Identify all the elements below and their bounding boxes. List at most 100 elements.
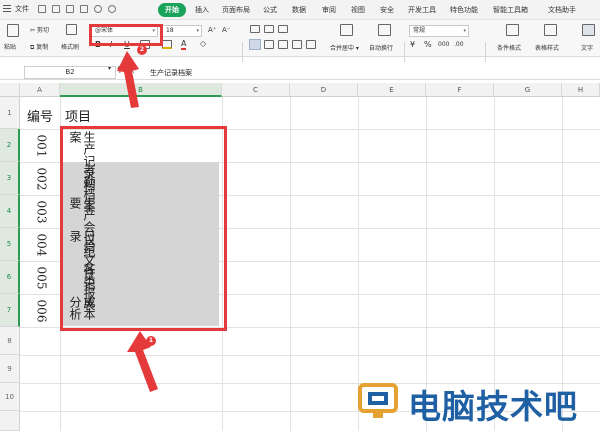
cell-a5[interactable]: 004 (22, 228, 60, 261)
currency-icon[interactable]: ¥ (410, 40, 415, 49)
file-menu[interactable]: 文件 (15, 4, 29, 14)
row-header[interactable]: 7 (0, 294, 20, 327)
conditional-format-button[interactable]: 条件格式 (497, 43, 521, 52)
tab-security[interactable]: 安全 (380, 5, 394, 15)
fill-color-icon[interactable] (162, 40, 172, 49)
column-header-h[interactable]: H (562, 83, 600, 97)
formula-bar: B2 ▾ ⚲ fx 生产记录档案 (0, 62, 600, 80)
cell-a4-text: 003 (34, 200, 48, 223)
undo-icon[interactable] (94, 5, 102, 13)
cell-a2[interactable]: 001 (22, 129, 60, 162)
row-header[interactable]: 8 (0, 327, 20, 355)
column-header-e[interactable]: E (358, 83, 426, 97)
justify-icon[interactable] (292, 40, 302, 49)
fx-icon[interactable]: fx (128, 67, 135, 75)
number-format-select[interactable]: 常规 ▾ (409, 25, 469, 37)
text-direction-icon[interactable] (582, 24, 595, 36)
zoom-icon[interactable]: ⚲ (117, 65, 123, 74)
grid-line (20, 355, 600, 356)
tab-data[interactable]: 数据 (292, 5, 306, 15)
highlight-box-font (89, 24, 163, 46)
cell-a3[interactable]: 002 (22, 162, 60, 195)
column-header-a[interactable]: A (20, 83, 60, 97)
paste-icon[interactable] (7, 24, 19, 37)
tab-developer[interactable]: 开发工具 (408, 5, 436, 15)
wrap-text-icon[interactable] (378, 24, 391, 36)
table-style-button[interactable]: 表格样式 (535, 43, 559, 52)
name-box[interactable]: B2 (24, 66, 116, 79)
copy-button[interactable]: ⧉ 复制 (30, 42, 48, 52)
merge-center-icon[interactable] (340, 24, 353, 36)
select-all-corner[interactable] (0, 83, 20, 97)
row-header[interactable]: 4 (0, 195, 20, 228)
cell-a1[interactable]: 编号 (27, 106, 53, 125)
chevron-down-icon: ▾ (463, 28, 466, 34)
print-icon[interactable] (52, 5, 60, 13)
tab-features[interactable]: 特色功能 (450, 5, 478, 15)
column-header-g[interactable]: G (494, 83, 562, 97)
cell-a7-text: 006 (34, 299, 48, 322)
chevron-down-icon[interactable]: ▾ (108, 65, 111, 72)
align-right-icon[interactable] (278, 40, 288, 49)
tab-doc-assistant[interactable]: 文档助手 (548, 5, 576, 15)
column-header-b[interactable]: B (60, 83, 222, 97)
redo-icon[interactable] (108, 5, 116, 13)
paste-button[interactable]: 粘贴 (4, 42, 16, 51)
cell-a4[interactable]: 003 (22, 195, 60, 228)
thousands-icon[interactable]: 000 (438, 41, 449, 48)
table-style-icon[interactable] (544, 24, 557, 36)
tab-page-layout[interactable]: 页面布局 (222, 5, 250, 15)
row-header[interactable]: 10 (0, 383, 20, 411)
align-left-icon[interactable] (249, 39, 261, 50)
menu-icon[interactable] (3, 5, 11, 13)
column-header-c[interactable]: C (222, 83, 290, 97)
row-header[interactable]: 9 (0, 355, 20, 383)
row-header[interactable]: 5 (0, 228, 20, 261)
tab-view[interactable]: 视图 (351, 5, 365, 15)
font-shrink-icon[interactable]: A⁻ (222, 26, 230, 34)
cell-a3-text: 002 (34, 167, 48, 190)
export-icon[interactable] (80, 5, 88, 13)
text-direction-button[interactable]: 文字 (581, 43, 593, 52)
watermark: 电脑技术吧 (350, 378, 600, 428)
tab-home[interactable]: 开始 (158, 3, 186, 17)
font-size-value: 18 (166, 27, 174, 34)
cut-label: 剪切 (36, 27, 49, 34)
tab-smart-toolbox[interactable]: 智能工具箱 (493, 5, 528, 15)
font-color-icon[interactable]: A (181, 39, 187, 50)
cell-a7[interactable]: 006 (22, 294, 60, 327)
format-painter-button[interactable]: 格式刷 (61, 42, 79, 51)
annotation-badge-2: 2 (137, 45, 147, 55)
column-header-d[interactable]: D (290, 83, 358, 97)
cell-b1[interactable]: 项目 (65, 106, 91, 125)
tab-formulas[interactable]: 公式 (263, 5, 277, 15)
cut-button[interactable]: ✂ 剪切 (30, 25, 49, 34)
row-header[interactable]: 3 (0, 162, 20, 195)
clear-format-icon[interactable]: ◇ (200, 39, 206, 48)
percent-icon[interactable]: % (424, 40, 432, 49)
align-bottom-icon[interactable] (278, 25, 288, 33)
row-header[interactable]: 6 (0, 261, 20, 294)
font-size-select[interactable]: 18 ▾ (162, 25, 202, 37)
tab-insert[interactable]: 插入 (195, 5, 209, 15)
merge-center-label: 合并居中 (330, 45, 355, 52)
save-icon[interactable] (38, 5, 46, 13)
align-center-icon[interactable] (264, 40, 274, 49)
conditional-format-icon[interactable] (506, 24, 519, 36)
cell-a6[interactable]: 005 (22, 261, 60, 294)
format-painter-icon[interactable] (66, 24, 77, 35)
decimal-icon[interactable]: .00 (454, 41, 464, 48)
merge-center-button[interactable]: 合并居中 ▾ (330, 43, 359, 52)
print-preview-icon[interactable] (66, 5, 74, 13)
menu-bar: 文件 开始 插入 页面布局 公式 数据 审阅 视图 安全 开发工具 特色功能 智… (0, 0, 600, 20)
row-header[interactable]: 2 (0, 129, 20, 162)
align-top-icon[interactable] (250, 25, 260, 33)
wrap-text-button[interactable]: 自动换行 (369, 43, 393, 52)
tab-review[interactable]: 审阅 (322, 5, 336, 15)
font-grow-icon[interactable]: A⁺ (208, 26, 216, 34)
column-header-f[interactable]: F (426, 83, 494, 97)
row-header[interactable]: 1 (0, 97, 20, 129)
distributed-icon[interactable] (306, 40, 316, 49)
align-middle-icon[interactable] (264, 25, 274, 33)
formula-input[interactable]: 生产记录档案 (150, 68, 192, 78)
